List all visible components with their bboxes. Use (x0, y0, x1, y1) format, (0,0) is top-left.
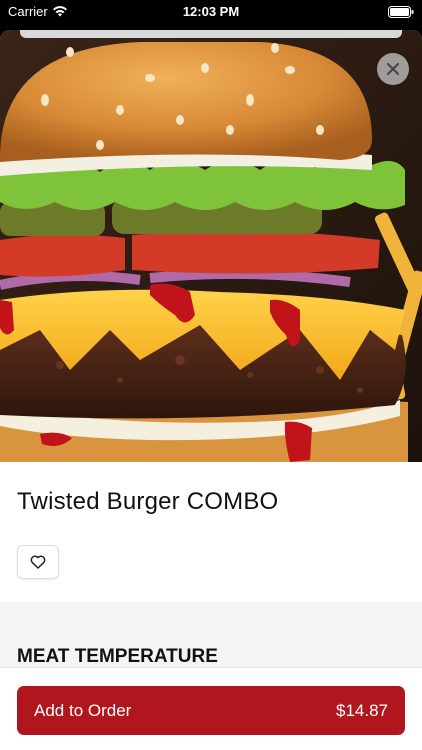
bottom-bar: Add to Order $14.87 (0, 667, 422, 750)
add-to-order-button[interactable]: Add to Order $14.87 (17, 686, 405, 735)
close-button[interactable] (377, 53, 409, 85)
product-sheet: Twisted Burger COMBO MEAT TEMPERATURE Ad… (0, 30, 422, 750)
favorite-button[interactable] (17, 545, 59, 579)
status-time: 12:03 PM (182, 4, 240, 19)
meat-temperature-heading: MEAT TEMPERATURE (17, 646, 218, 667)
burger-photo (0, 30, 422, 462)
product-image (0, 30, 422, 462)
add-to-order-label: Add to Order (34, 700, 132, 720)
close-icon (387, 63, 399, 75)
sheet-top-edge (20, 30, 402, 38)
status-bar: Carrier 12:03 PM (0, 0, 422, 24)
battery-icon (388, 6, 414, 18)
heart-icon (30, 555, 46, 569)
product-title: Twisted Burger COMBO (17, 488, 279, 515)
order-price: $14.87 (336, 700, 388, 720)
